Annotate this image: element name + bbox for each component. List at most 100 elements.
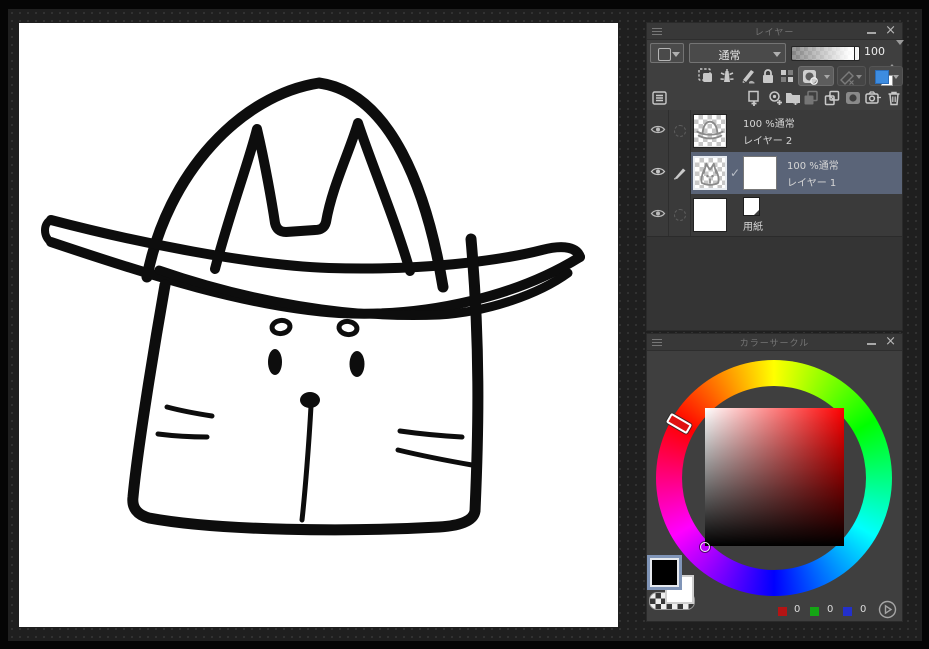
- layer-color-button[interactable]: [869, 66, 903, 86]
- layer-thumbnail[interactable]: [693, 114, 727, 148]
- layer-name[interactable]: レイヤー 1: [787, 174, 836, 189]
- paint-app-window: レイヤー × 通常 100 100 %通常 レイヤー 2 ✓ 100 %通常 レ…: [0, 0, 929, 649]
- layer-row-body[interactable]: 用紙: [691, 194, 902, 236]
- layer-row-body[interactable]: 100 %通常 レイヤー 2: [691, 110, 902, 152]
- layers-panel-title: レイヤー: [754, 28, 795, 38]
- new-layer-folder-icon[interactable]: [784, 89, 802, 107]
- cat-eyebrow-right: [336, 318, 360, 338]
- canvas[interactable]: [19, 23, 618, 627]
- blend-mode-dropdown[interactable]: 通常: [689, 43, 786, 63]
- color-panel-title: カラーサークル: [739, 339, 810, 349]
- layer-row-2[interactable]: 100 %通常 レイヤー 2: [647, 110, 902, 153]
- editing-pen-icon: [674, 168, 686, 180]
- color-panel-titlebar: カラーサークル ×: [647, 334, 902, 351]
- paper-thumbnail[interactable]: [693, 198, 727, 232]
- draft-layer-icon[interactable]: [739, 67, 757, 85]
- layer-visibility-cell[interactable]: [647, 152, 669, 194]
- new-layer-dialog-icon[interactable]: [766, 89, 784, 107]
- layers-panel-titlebar: レイヤー ×: [647, 23, 902, 40]
- lock-layer-icon[interactable]: [759, 67, 777, 85]
- reference-layer-icon[interactable]: [718, 67, 736, 85]
- layer-name[interactable]: 用紙: [743, 218, 763, 233]
- layer-target-cell[interactable]: [669, 110, 691, 152]
- delete-layer-icon[interactable]: [885, 89, 903, 107]
- layer-visibility-cell[interactable]: [647, 110, 669, 152]
- layer-target-cell[interactable]: [669, 152, 691, 194]
- layer-blend-row: 通常 100: [647, 40, 904, 69]
- cat-drawing: [41, 77, 585, 536]
- chevron-down-icon: [773, 52, 781, 57]
- target-circle-icon: [674, 125, 686, 137]
- saturation-value-square[interactable]: [705, 408, 844, 546]
- whisker-right-1: [397, 428, 465, 440]
- layer-visibility-cell[interactable]: [647, 194, 669, 236]
- eye-icon: [650, 125, 666, 134]
- cat-eye-left: [268, 349, 282, 375]
- opacity-slider-handle[interactable]: [854, 47, 858, 60]
- layer-mask-thumbnail[interactable]: [743, 156, 777, 190]
- layer-info: 100 %通常: [787, 161, 839, 172]
- layer-name[interactable]: レイヤー 2: [743, 132, 792, 147]
- layer-property-row: [647, 66, 903, 87]
- clip-to-layer-below-icon[interactable]: [697, 67, 715, 85]
- layer-color-blue-icon: [875, 70, 889, 84]
- whisker-left-2: [155, 431, 210, 440]
- layer-info: 100 %通常: [743, 119, 795, 130]
- eye-icon: [650, 167, 666, 176]
- blue-chip-icon: [843, 607, 852, 616]
- lock-transparent-pixels-icon[interactable]: [778, 67, 796, 85]
- minimize-icon[interactable]: [867, 32, 876, 34]
- merge-with-layer-below-icon[interactable]: [823, 89, 841, 107]
- chevron-down-icon: [672, 52, 680, 57]
- cat-ears: [210, 118, 415, 276]
- layer-list: 100 %通常 レイヤー 2 ✓ 100 %通常 レイヤー 1 用紙: [647, 110, 902, 330]
- chevron-down-icon: [824, 75, 830, 79]
- layer-thumbnail[interactable]: [693, 156, 727, 190]
- opacity-value[interactable]: 100: [864, 45, 885, 58]
- palette-type-dropdown[interactable]: [650, 43, 684, 63]
- eye-icon: [650, 209, 666, 218]
- layer-type-icon: [658, 48, 671, 61]
- green-chip-icon: [810, 607, 819, 616]
- snapshot-icon[interactable]: [864, 89, 882, 107]
- ruler-button[interactable]: [837, 66, 866, 86]
- sv-cursor[interactable]: [700, 542, 710, 552]
- close-icon[interactable]: ×: [885, 334, 896, 350]
- mask-link-check-icon[interactable]: ✓: [730, 166, 740, 180]
- red-value: 0: [794, 604, 801, 615]
- opacity-stepper[interactable]: [888, 40, 904, 69]
- red-chip-icon: [778, 607, 787, 616]
- new-raster-layer-icon[interactable]: [745, 89, 763, 107]
- create-layer-mask-icon[interactable]: [844, 89, 862, 107]
- transfer-to-layer-below-icon[interactable]: [802, 89, 820, 107]
- cat-eye-right: [349, 351, 365, 377]
- cat-mouth-line: [299, 403, 314, 523]
- chevron-down-icon: [893, 75, 899, 79]
- layer-target-cell[interactable]: [669, 194, 691, 236]
- layer-row-1-selected[interactable]: ✓ 100 %通常 レイヤー 1: [647, 152, 902, 195]
- layer-row-body[interactable]: ✓ 100 %通常 レイヤー 1: [691, 152, 902, 194]
- step-down-icon[interactable]: [896, 40, 904, 64]
- color-wheel-mode-button[interactable]: [878, 600, 897, 619]
- whisker-right-2: [395, 447, 475, 468]
- enable-mask-button[interactable]: [798, 66, 834, 86]
- opacity-slider[interactable]: [791, 46, 860, 61]
- foreground-color-swatch[interactable]: [650, 558, 679, 587]
- paper-icon: [743, 197, 760, 216]
- close-icon[interactable]: ×: [885, 23, 896, 39]
- green-value: 0: [827, 604, 834, 615]
- hat-brim-left-tip: [41, 216, 55, 246]
- target-circle-icon: [674, 209, 686, 221]
- color-circle-panel: カラーサークル × 0 0 0: [646, 333, 903, 622]
- minimize-icon[interactable]: [867, 343, 876, 345]
- layers-panel: レイヤー × 通常 100 100 %通常 レイヤー 2 ✓ 100 %通常 レ…: [646, 22, 904, 331]
- layer-action-row: [647, 87, 902, 110]
- blue-value: 0: [860, 604, 867, 615]
- paper-layer-row[interactable]: 用紙: [647, 194, 902, 237]
- whisker-left-1: [164, 404, 215, 419]
- layer-palette-options-icon[interactable]: [651, 89, 669, 107]
- chevron-down-icon: [856, 75, 862, 79]
- blend-mode-value: 通常: [718, 49, 741, 62]
- hat-crown: [141, 77, 449, 293]
- cat-eyebrow-left: [269, 317, 293, 337]
